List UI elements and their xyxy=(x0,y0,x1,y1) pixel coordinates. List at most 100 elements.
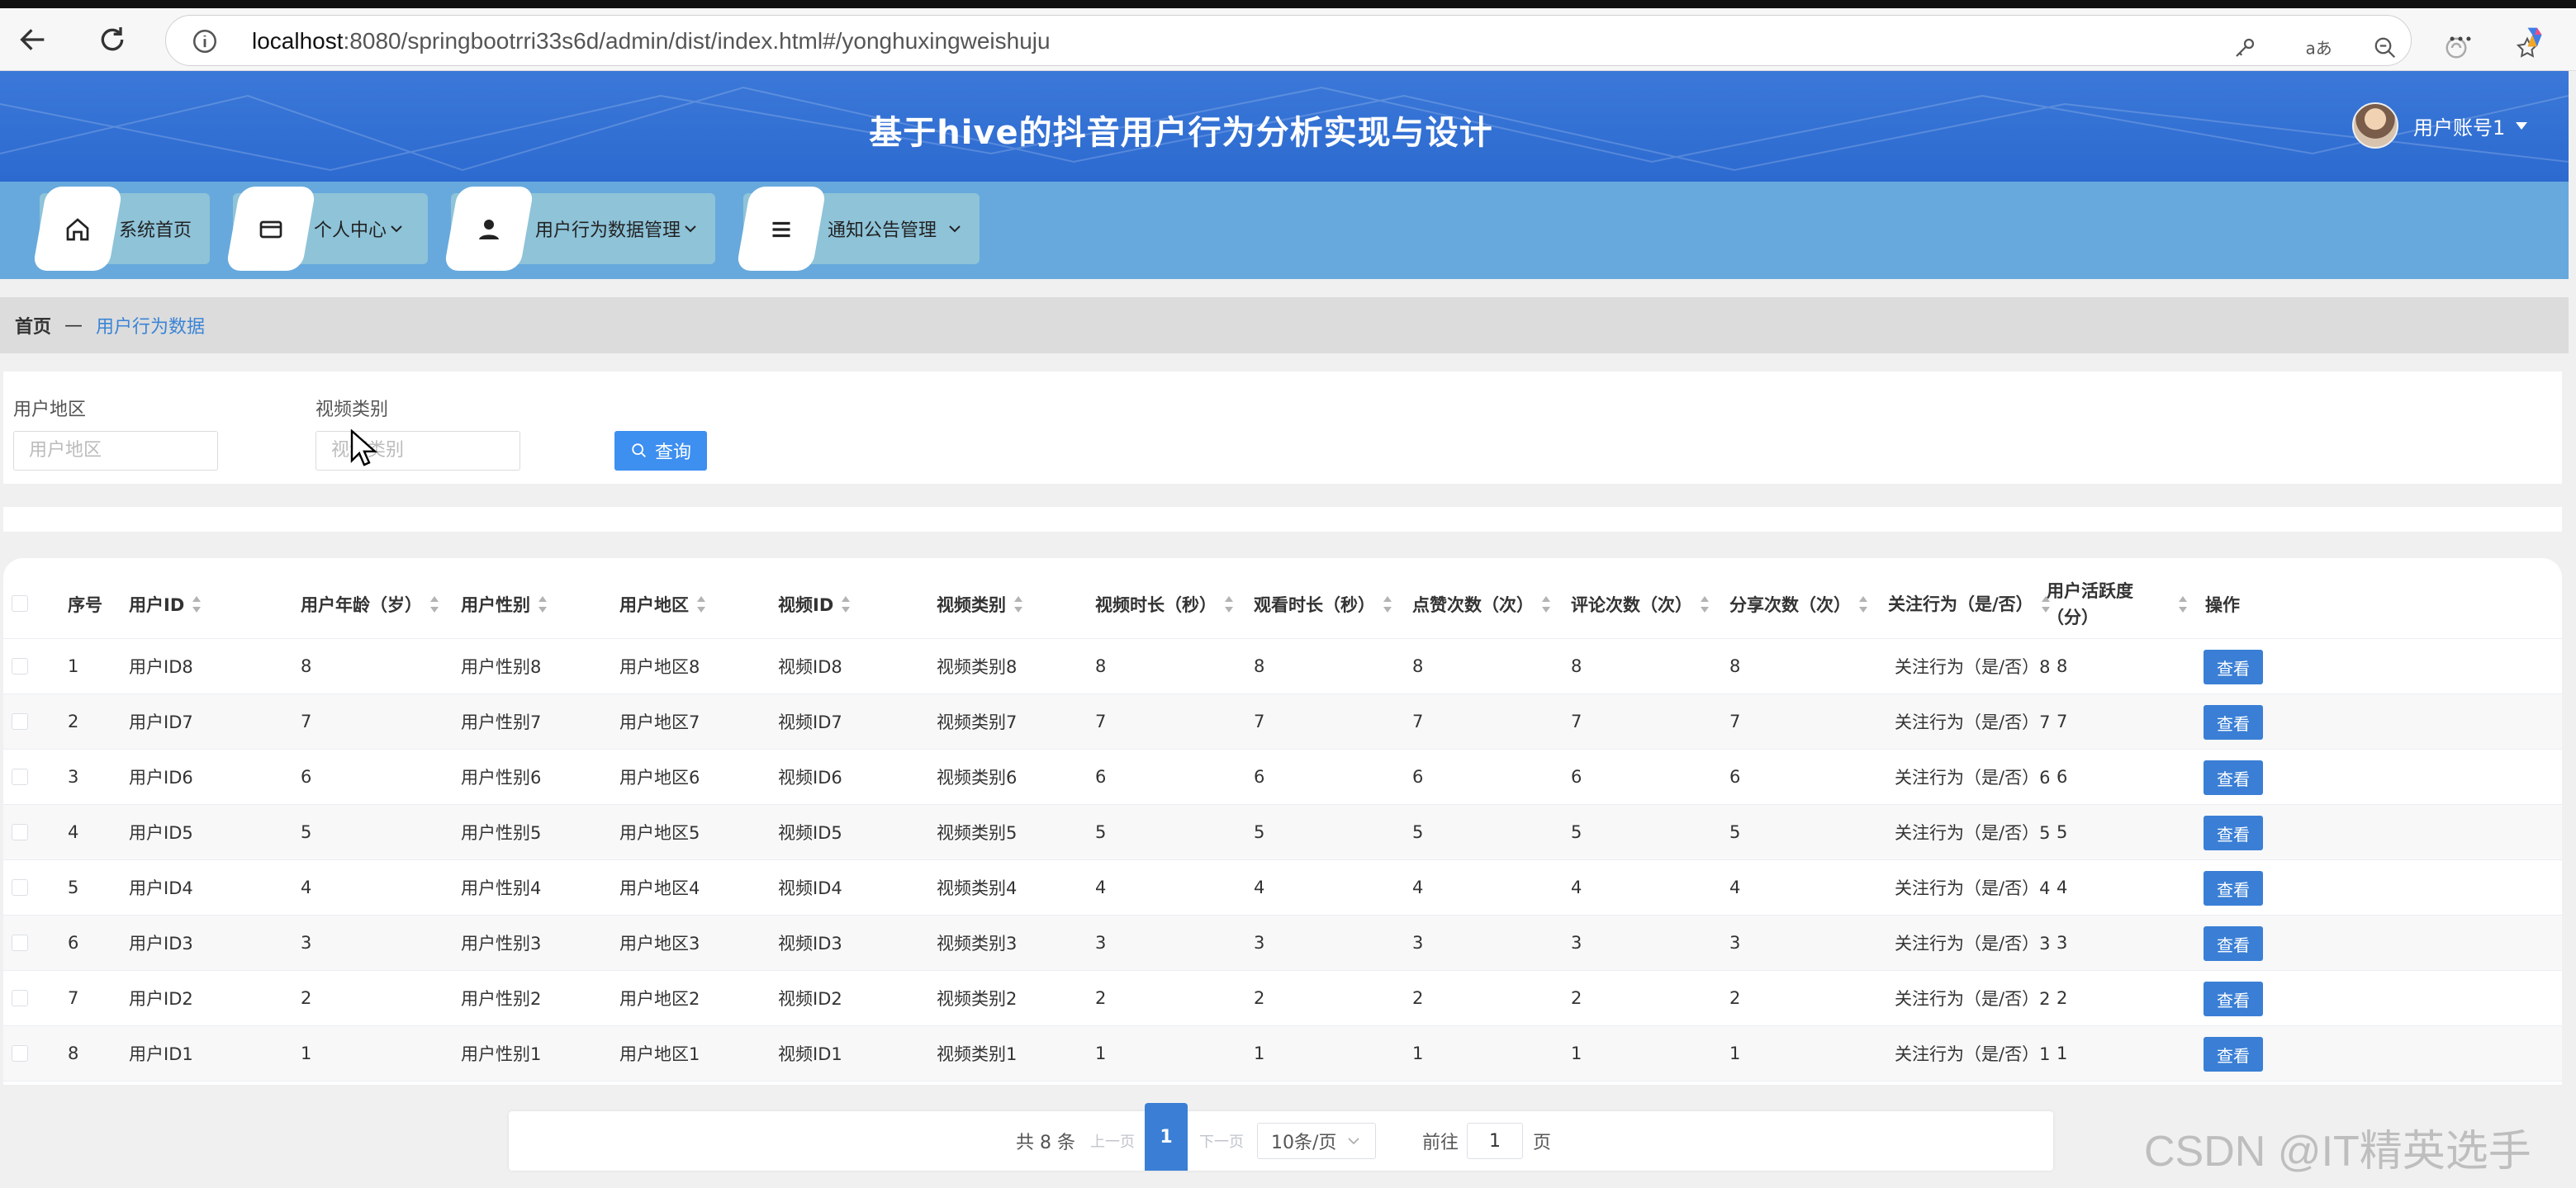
select-all-checkbox[interactable] xyxy=(12,595,28,612)
col-action: 操作 xyxy=(2205,595,2240,615)
wallet-icon xyxy=(259,220,282,239)
col-label: 用户地区 xyxy=(619,595,689,615)
col-age[interactable]: 用户年龄（岁） xyxy=(301,570,439,639)
view-button[interactable]: 查看 xyxy=(2204,871,2263,906)
breadcrumb-home[interactable]: 首页 xyxy=(15,312,51,338)
next-page-button[interactable]: 下一页 xyxy=(1199,1111,1244,1171)
view-button[interactable]: 查看 xyxy=(2204,816,2263,850)
col-video-id[interactable]: 视频ID xyxy=(778,570,851,639)
col-activity[interactable]: 用户活跃度（分） xyxy=(2047,570,2187,639)
sort-icon[interactable] xyxy=(1383,595,1392,613)
menu-label: 通知公告管理 xyxy=(828,220,937,241)
back-button[interactable] xyxy=(13,20,53,59)
menu-item-home[interactable]: 系统首页 xyxy=(32,187,210,271)
more-options-icon[interactable] xyxy=(2446,25,2474,53)
avatar[interactable] xyxy=(2352,102,2398,149)
search-button[interactable]: 查询 xyxy=(614,431,707,471)
region-label: 用户地区 xyxy=(13,400,87,420)
user-menu[interactable]: 用户账号1 xyxy=(2352,102,2528,149)
cell-user-id: 用户ID2 xyxy=(129,989,193,1009)
sort-icon[interactable] xyxy=(538,595,547,613)
view-button[interactable]: 查看 xyxy=(2204,650,2263,684)
address-bar[interactable]: localhost:8080/springbootrri33s6d/admin/… xyxy=(165,15,2539,66)
col-index: 序号 xyxy=(68,595,102,615)
cell-follow: 关注行为（是/否）4 xyxy=(1895,878,2051,898)
sort-icon[interactable] xyxy=(2179,595,2187,613)
col-follow[interactable]: 关注行为（是/否） xyxy=(1888,570,2050,639)
row-checkbox[interactable] xyxy=(12,990,28,1006)
row-checkbox[interactable] xyxy=(12,824,28,840)
cell-gender: 用户性别4 xyxy=(461,878,542,898)
sort-icon[interactable] xyxy=(1859,595,1867,613)
info-icon[interactable] xyxy=(191,27,219,55)
cell-watch-duration: 8 xyxy=(1254,656,1265,676)
page-number-current[interactable]: 1 xyxy=(1145,1103,1188,1171)
col-watch-duration[interactable]: 观看时长（秒） xyxy=(1254,570,1392,639)
cell-activity: 6 xyxy=(2057,767,2068,787)
cell-watch-duration: 5 xyxy=(1254,822,1265,842)
sort-icon[interactable] xyxy=(1701,595,1709,613)
page-unit-label: 页 xyxy=(1533,1133,1552,1153)
row-checkbox[interactable] xyxy=(12,879,28,896)
menu-item-profile[interactable]: 个人中心 xyxy=(225,187,428,271)
row-checkbox[interactable] xyxy=(12,935,28,951)
view-button[interactable]: 查看 xyxy=(2204,982,2263,1016)
read-aloud-icon[interactable]: aあ xyxy=(2300,34,2340,62)
cell-user-id: 用户ID6 xyxy=(129,768,193,788)
cell-likes: 4 xyxy=(1412,878,1424,897)
col-video-duration[interactable]: 视频时长（秒） xyxy=(1095,570,1233,639)
chevron-down-icon xyxy=(949,225,961,233)
cell-video-category: 视频类别3 xyxy=(937,934,1018,954)
cell-likes: 2 xyxy=(1412,988,1424,1008)
col-comments[interactable]: 评论次数（次） xyxy=(1571,570,1709,639)
region-input[interactable]: 用户地区 xyxy=(13,431,218,471)
cell-region: 用户地区3 xyxy=(619,934,700,954)
page-size-select[interactable]: 10条/页 xyxy=(1257,1123,1376,1159)
col-gender[interactable]: 用户性别 xyxy=(461,570,547,639)
view-button[interactable]: 查看 xyxy=(2204,926,2263,961)
cell-activity: 1 xyxy=(2057,1044,2068,1063)
menu-item-notice[interactable]: 通知公告管理 xyxy=(736,187,980,271)
sort-icon[interactable] xyxy=(1225,595,1233,613)
col-video-category[interactable]: 视频类别 xyxy=(937,570,1022,639)
goto-page-input[interactable]: 1 xyxy=(1467,1123,1523,1159)
key-icon[interactable] xyxy=(2231,34,2259,62)
col-region[interactable]: 用户地区 xyxy=(619,570,705,639)
table-row: 2 用户ID7 7 用户性别7 用户地区7 视频ID7 视频类别7 7 7 7 7 7 关注行为（是/否… xyxy=(3,694,2562,750)
sort-icon[interactable] xyxy=(430,595,439,613)
row-checkbox[interactable] xyxy=(12,713,28,730)
cell-shares: 7 xyxy=(1729,712,1741,731)
url-text[interactable]: localhost:8080/springbootrri33s6d/admin/… xyxy=(252,28,1051,54)
sort-icon[interactable] xyxy=(192,595,202,613)
caret-down-icon xyxy=(2516,122,2528,130)
breadcrumb-separator: — xyxy=(64,315,83,336)
home-icon xyxy=(66,218,89,241)
user-icon xyxy=(479,220,499,239)
sort-icon[interactable] xyxy=(1542,595,1550,613)
cell-video-id: 视频ID3 xyxy=(778,934,842,954)
cell-gender: 用户性别3 xyxy=(461,934,542,954)
zoom-out-icon[interactable] xyxy=(2371,34,2399,62)
menu-item-behavior-data[interactable]: 用户行为数据管理 xyxy=(444,187,715,271)
col-likes[interactable]: 点赞次数（次） xyxy=(1412,570,1550,639)
row-checkbox[interactable] xyxy=(12,658,28,674)
col-shares[interactable]: 分享次数（次） xyxy=(1729,570,1867,639)
reload-button[interactable] xyxy=(93,20,132,59)
cell-shares: 6 xyxy=(1729,767,1741,787)
prev-page-button[interactable]: 上一页 xyxy=(1090,1111,1135,1171)
search-panel: 用户地区 用户地区 视频类别 视频类别 查询 xyxy=(3,372,2562,484)
view-button[interactable]: 查看 xyxy=(2204,1037,2263,1072)
site-header: 基于hive的抖音用户行为分析实现与设计 用户账号1 xyxy=(0,71,2569,182)
sort-icon[interactable] xyxy=(1014,595,1022,613)
col-user-id[interactable]: 用户ID xyxy=(129,570,202,639)
sort-icon[interactable] xyxy=(842,595,851,613)
copilot-icon[interactable] xyxy=(2521,23,2549,51)
row-checkbox[interactable] xyxy=(12,1045,28,1062)
view-button[interactable]: 查看 xyxy=(2204,760,2263,795)
row-checkbox[interactable] xyxy=(12,769,28,785)
view-button[interactable]: 查看 xyxy=(2204,705,2263,740)
sort-icon[interactable] xyxy=(697,595,705,613)
cell-comments: 3 xyxy=(1571,933,1582,953)
category-input[interactable]: 视频类别 xyxy=(315,431,520,471)
cell-video-duration: 1 xyxy=(1095,1044,1107,1063)
